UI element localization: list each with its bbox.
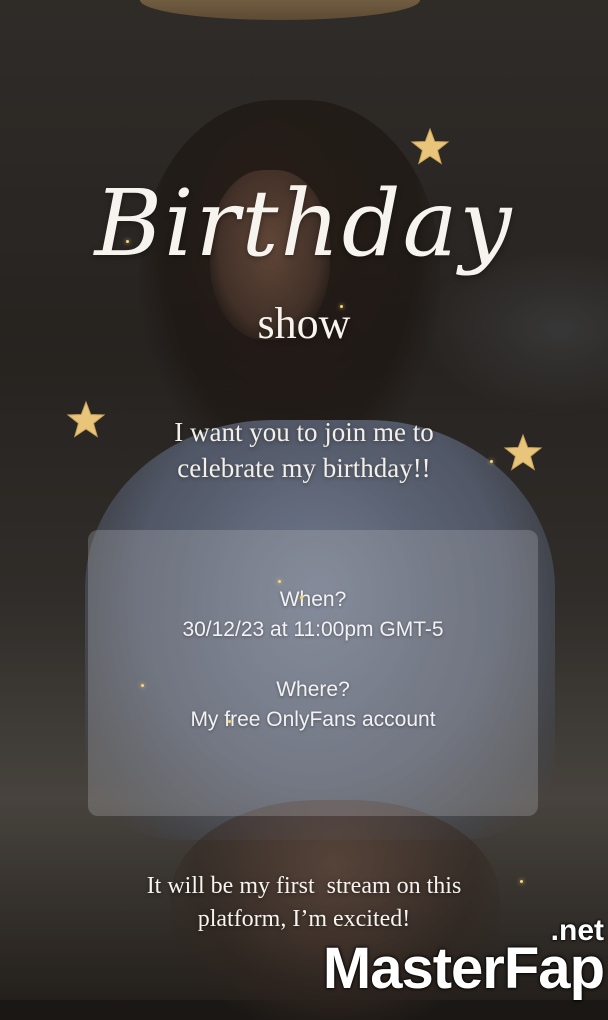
sparkle xyxy=(228,720,231,723)
photo-dim-overlay xyxy=(0,0,608,1000)
when-value: 30/12/23 at 11:00pm GMT-5 xyxy=(182,618,444,641)
star-icon xyxy=(503,433,543,473)
sparkle xyxy=(490,460,493,463)
where-label: Where? xyxy=(276,678,350,701)
watermark-brand: MasterFap xyxy=(322,936,605,1001)
title-birthday: Birthday xyxy=(94,170,514,277)
where-value: My free OnlyFans account xyxy=(190,708,436,731)
when-label: When? xyxy=(279,588,347,611)
sparkle xyxy=(126,240,129,243)
watermark-logo: .net MasterFap xyxy=(304,914,605,1001)
sparkle xyxy=(278,580,281,583)
star-icon xyxy=(410,127,450,167)
title-show: show xyxy=(257,299,351,348)
details-text: When? 30/12/23 at 11:00pm GMT-5 Where? M… xyxy=(88,585,538,735)
sparkle xyxy=(300,596,303,599)
sparkle xyxy=(520,880,523,883)
footer-line: It will be my first stream on this xyxy=(146,873,462,899)
star-icon xyxy=(66,400,106,440)
sparkle xyxy=(340,305,343,308)
details-card: When? 30/12/23 at 11:00pm GMT-5 Where? M… xyxy=(88,530,538,816)
sparkle xyxy=(141,684,144,687)
